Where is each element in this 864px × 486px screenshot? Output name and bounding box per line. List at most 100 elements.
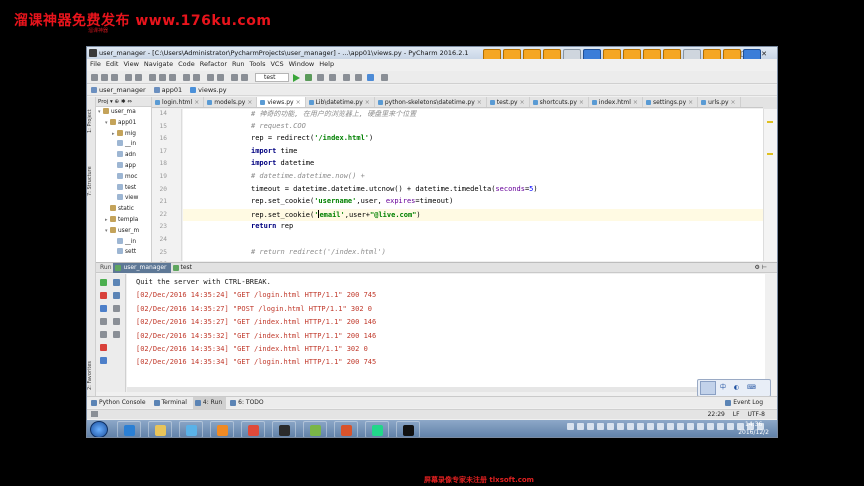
tool-window-tab[interactable]: Terminal [152,397,191,409]
close-icon[interactable]: × [296,99,301,106]
clear-icon[interactable] [113,331,120,338]
editor-tab[interactable]: Lib\datetime.py × [306,97,375,107]
project-tool-tab[interactable]: 1: Project [87,101,96,141]
console-scrollbar[interactable] [127,387,765,392]
run-tab[interactable]: user_manager [113,263,171,273]
file-encoding[interactable]: UTF-8 [748,411,766,418]
code-line[interactable]: return rep [251,222,293,230]
run-icon[interactable] [293,74,300,82]
print-icon[interactable] [113,318,120,325]
cursor-position[interactable]: 22:29 [708,411,725,418]
restore-layout-icon[interactable] [100,318,107,325]
run-config-select[interactable]: test [255,73,289,82]
code-line[interactable]: rep = redirect('/index.html') [251,134,373,142]
code-line[interactable]: rep.set_cookie('email',user+"@live.com") [251,209,421,219]
copy-icon[interactable] [159,74,166,81]
tray-icon[interactable] [597,423,604,430]
save-icon[interactable] [101,74,108,81]
taskbar-app-explorer[interactable] [148,421,172,437]
breadcrumb-item[interactable]: views.py [188,85,230,96]
structure-tool-tab[interactable]: 7: Structure [87,159,96,203]
sync-icon[interactable] [111,74,118,81]
tray-icon[interactable] [707,423,714,430]
menu-view[interactable]: View [123,60,138,68]
run-console[interactable]: Quit the server with CTRL-BREAK. [02/Dec/… [127,274,765,392]
vcs-icon[interactable] [381,74,388,81]
tree-item[interactable]: moc [96,172,151,183]
code-line[interactable]: import datetime [251,159,314,167]
tray-icon[interactable] [697,423,704,430]
tree-item[interactable]: app [96,161,151,172]
tray-icon[interactable] [677,423,684,430]
close-icon[interactable]: × [194,99,199,106]
debug-icon[interactable] [305,74,312,81]
tree-item[interactable]: adn [96,150,151,161]
run-config-icon[interactable] [241,74,248,81]
line-separator[interactable]: LF [733,411,740,418]
menu-refactor[interactable]: Refactor [200,60,227,68]
tree-item[interactable]: ▾ user_ma [96,107,151,118]
tree-item[interactable]: ▸ mig [96,129,151,140]
build-icon[interactable] [231,74,238,81]
tray-icon[interactable] [647,423,654,430]
undo-icon[interactable] [125,74,132,81]
scroll-down-icon[interactable] [113,292,120,299]
ime-toolbar[interactable]: 中 ◐ ⌨ ✎ [697,379,771,407]
menu-tools[interactable]: Tools [249,60,265,68]
event-log-tab[interactable]: Event Log [723,397,767,409]
close-icon[interactable]: × [477,99,482,106]
tray-icon[interactable] [587,423,594,430]
editor-tab[interactable]: index.html × [589,97,643,107]
coverage-icon[interactable] [317,74,324,81]
taskbar-clock[interactable]: 14:36 2016/12/2 [738,421,769,437]
menu-file[interactable]: File [90,60,101,68]
paste-icon[interactable] [169,74,176,81]
tree-item[interactable]: ▾ app01 [96,118,151,129]
close-icon[interactable]: × [688,99,693,106]
code-line[interactable]: # datetime.datetime.now() + [251,172,365,180]
tray-icon[interactable] [667,423,674,430]
breadcrumb-item[interactable]: user_manager [89,85,150,96]
settings-icon[interactable] [343,74,350,81]
editor-tab[interactable]: models.py × [204,97,258,107]
taskbar-app-notepad[interactable] [303,421,327,437]
structure-icon[interactable] [355,74,362,81]
scroll-up-icon[interactable] [113,279,120,286]
help-icon[interactable] [100,357,107,364]
wrap-icon[interactable] [113,305,120,312]
editor-scrollbar[interactable] [763,109,777,261]
tray-icon[interactable] [577,423,584,430]
tree-item[interactable]: __in [96,139,151,150]
menu-navigate[interactable]: Navigate [144,60,173,68]
editor-tab[interactable]: urls.py × [698,97,741,107]
editor-tab[interactable]: shortcuts.py × [530,97,589,107]
tree-item[interactable]: ▸ templa [96,215,151,226]
close-icon[interactable]: × [731,99,736,106]
redo-icon[interactable] [135,74,142,81]
tool-window-tab[interactable]: Python Console [89,397,150,409]
taskbar-app-qq[interactable] [272,421,296,437]
favorites-tool-tab[interactable]: 2: Favorites [87,353,96,397]
close-icon[interactable]: × [247,99,252,106]
editor-tab[interactable]: python-skeletons\datetime.py × [375,97,487,107]
menu-edit[interactable]: Edit [106,60,119,68]
tray-icon[interactable] [717,423,724,430]
stop-icon[interactable] [100,292,107,299]
close-icon[interactable] [100,344,107,351]
tool-window-tab[interactable]: 6: TODO [228,397,267,409]
code-line[interactable]: rep.set_cookie('username',user, expires=… [251,197,453,205]
tool-window-tab[interactable]: 4: Run [192,397,227,409]
find-icon[interactable] [183,74,190,81]
taskbar-app-pycharm[interactable] [365,421,389,437]
code-line[interactable]: # 神奇的功能, 在用户的浏览器上, 硬盘里来个位置 [251,109,416,119]
tray-icon[interactable] [627,423,634,430]
taskbar-app-office[interactable] [334,421,358,437]
tray-icon[interactable] [607,423,614,430]
tree-item[interactable]: __in [96,237,151,248]
project-panel-header[interactable]: Proj ▾ ⊕ ✱ ⇔ [96,97,151,107]
tray-icon[interactable] [567,423,574,430]
help-icon[interactable] [367,74,374,81]
code-line[interactable]: # request.COO [251,122,306,130]
editor-tab[interactable]: login.html × [152,97,205,107]
warning-marker[interactable] [767,121,773,123]
